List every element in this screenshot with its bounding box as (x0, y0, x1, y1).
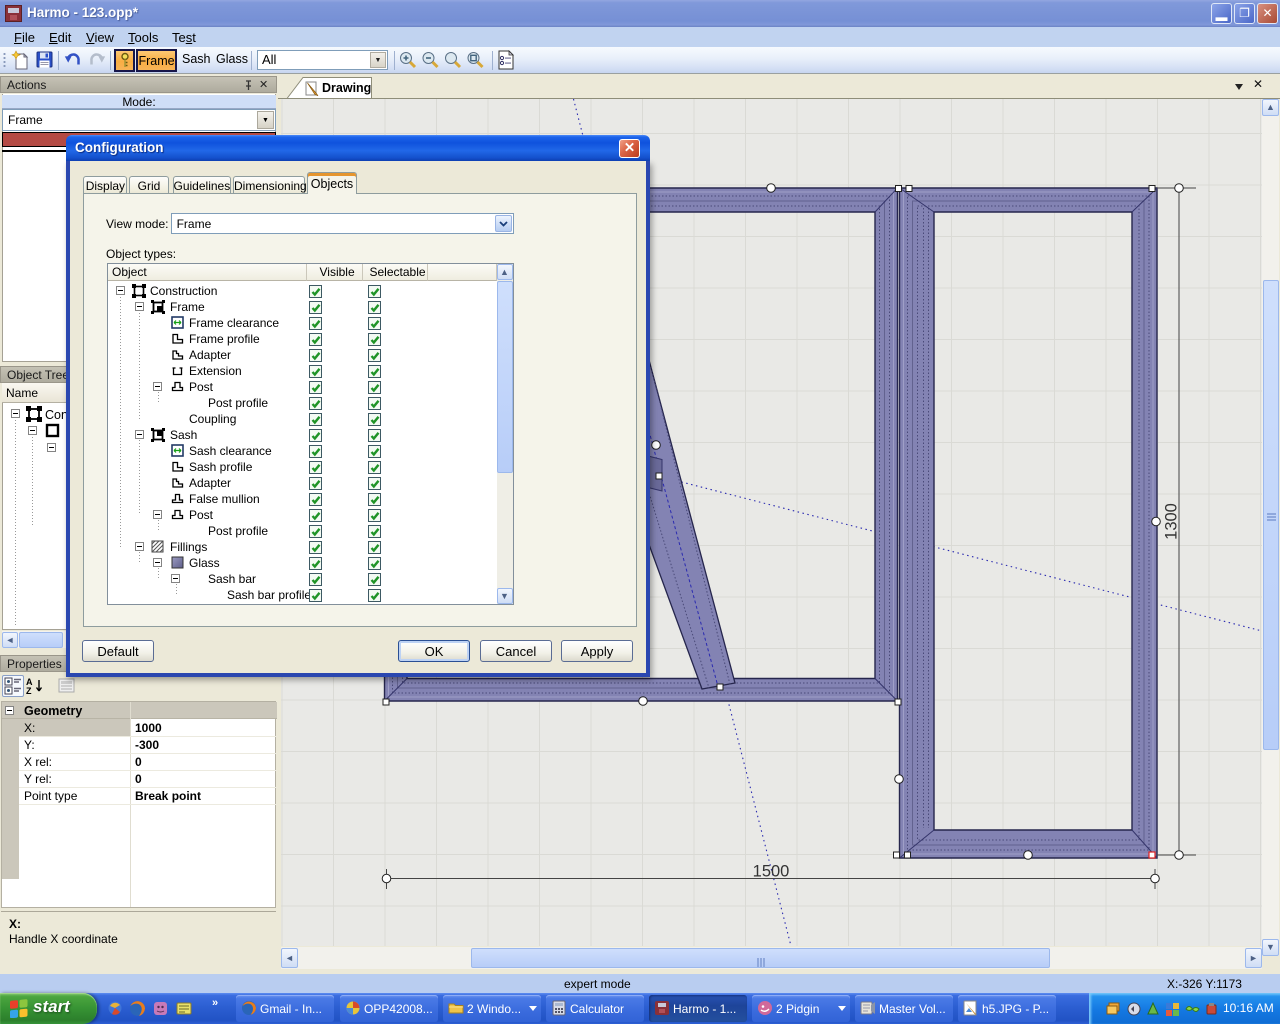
svg-text:1500: 1500 (753, 863, 790, 881)
svg-text:Z: Z (26, 686, 32, 695)
svg-text:1300: 1300 (1163, 503, 1181, 540)
